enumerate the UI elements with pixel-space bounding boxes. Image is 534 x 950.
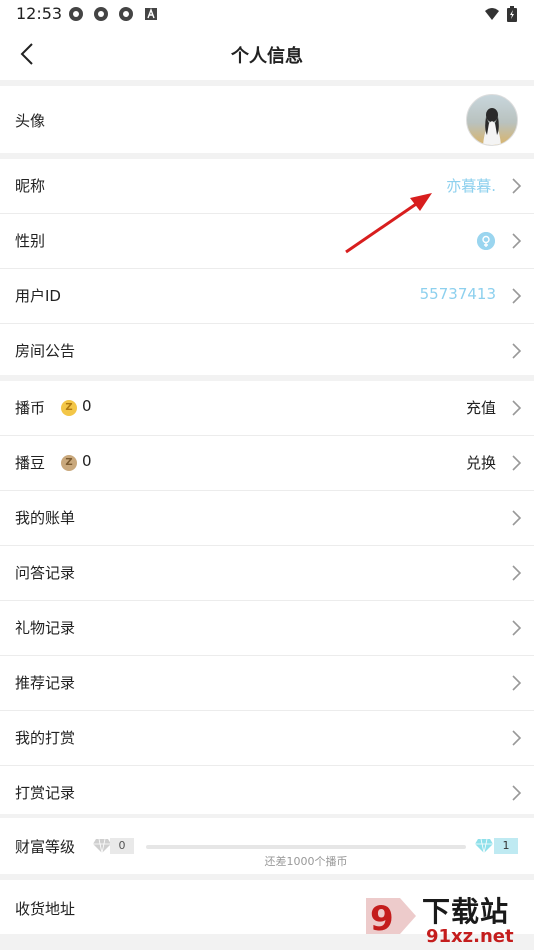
avatar-image	[483, 108, 501, 145]
watermark-title: 下载站	[422, 895, 510, 928]
status-bar: 12:53	[0, 0, 534, 28]
chevron-right-icon	[512, 233, 522, 249]
record-row-qa[interactable]: 问答记录	[0, 546, 534, 601]
next-level-badge: 1	[494, 838, 518, 854]
svg-text:9: 9	[370, 899, 394, 939]
recharge-button[interactable]: 充值	[466, 397, 496, 418]
coin-label: 播币	[15, 399, 46, 417]
diamond-icon	[93, 838, 111, 854]
exchange-button[interactable]: 兑换	[466, 452, 496, 473]
avatar-label: 头像	[15, 112, 46, 130]
status-time: 12:53	[16, 4, 63, 23]
record-row-gift[interactable]: 礼物记录	[0, 601, 534, 656]
record-label: 推荐记录	[15, 674, 76, 692]
gender-row[interactable]: 性别	[0, 214, 534, 269]
page-title: 个人信息	[231, 46, 303, 67]
coin-icon: Z	[61, 400, 77, 416]
bean-value: 0	[82, 452, 92, 470]
chevron-right-icon	[512, 178, 522, 194]
chevron-right-icon	[512, 455, 522, 471]
wealth-label: 财富等级	[15, 838, 76, 856]
title-bar: 个人信息	[0, 28, 534, 80]
room-notice-label: 房间公告	[15, 342, 76, 360]
a-icon	[145, 8, 157, 20]
record-label: 我的打赏	[15, 729, 76, 747]
nickname-value: 亦暮暮.	[446, 177, 496, 195]
chevron-right-icon	[512, 620, 522, 636]
battery-icon	[507, 6, 517, 22]
notification-icon	[69, 7, 83, 21]
coin-row[interactable]: 播币 Z 0 充值	[0, 381, 534, 436]
record-row-my-tips[interactable]: 我的打赏	[0, 711, 534, 766]
record-row-recommend[interactable]: 推荐记录	[0, 656, 534, 711]
wealth-level-row[interactable]: 财富等级 0 还差1000个播币 1	[0, 818, 534, 874]
annotation-arrow-icon	[345, 193, 432, 254]
coin-value: 0	[82, 397, 92, 415]
wifi-icon	[485, 8, 499, 20]
user-id-value: 55737413	[419, 285, 496, 303]
chevron-right-icon	[512, 400, 522, 416]
wallet-section: 播币 Z 0 充值 播豆 Z 0 兑换 我的账单 问答记录 礼物记录 推荐记录 …	[0, 381, 534, 814]
record-row-bill[interactable]: 我的账单	[0, 491, 534, 546]
logo-icon: 9	[366, 898, 416, 939]
avatar-row[interactable]: 头像	[0, 86, 534, 153]
watermark-logo: 9 下载站 91xz.net	[362, 888, 534, 950]
chevron-right-icon	[512, 343, 522, 359]
chevron-right-icon	[512, 510, 522, 526]
avatar-section: 头像	[0, 86, 534, 153]
profile-section: 昵称 亦暮暮. 性别 用户ID 55737413 房间公告	[0, 159, 534, 375]
record-label: 礼物记录	[15, 619, 76, 637]
user-id-label: 用户ID	[15, 287, 61, 305]
bean-icon: Z	[61, 455, 77, 471]
bean-label: 播豆	[15, 454, 46, 472]
chevron-right-icon	[512, 288, 522, 304]
avatar[interactable]	[466, 94, 518, 146]
wealth-progress-bar	[146, 845, 466, 849]
gender-label: 性别	[15, 232, 46, 250]
diamond-icon	[475, 838, 493, 854]
bean-row[interactable]: 播豆 Z 0 兑换	[0, 436, 534, 491]
user-id-row[interactable]: 用户ID 55737413	[0, 269, 534, 324]
room-notice-row[interactable]: 房间公告	[0, 324, 534, 378]
chevron-right-icon	[512, 675, 522, 691]
chevron-right-icon	[512, 565, 522, 581]
notification-icon	[94, 7, 108, 21]
wealth-hint: 还差1000个播币	[264, 855, 348, 868]
address-label: 收货地址	[15, 900, 76, 918]
nickname-label: 昵称	[15, 177, 46, 195]
female-icon	[477, 232, 495, 250]
nickname-row[interactable]: 昵称 亦暮暮.	[0, 159, 534, 214]
record-label: 问答记录	[15, 564, 76, 582]
record-label: 打赏记录	[15, 784, 76, 802]
watermark-url: 91xz.net	[426, 926, 514, 947]
record-row-tip-history[interactable]: 打赏记录	[0, 766, 534, 820]
chevron-right-icon	[512, 785, 522, 801]
record-label: 我的账单	[15, 509, 76, 527]
notification-icon	[119, 7, 133, 21]
chevron-right-icon	[512, 730, 522, 746]
current-level-badge: 0	[110, 838, 134, 854]
